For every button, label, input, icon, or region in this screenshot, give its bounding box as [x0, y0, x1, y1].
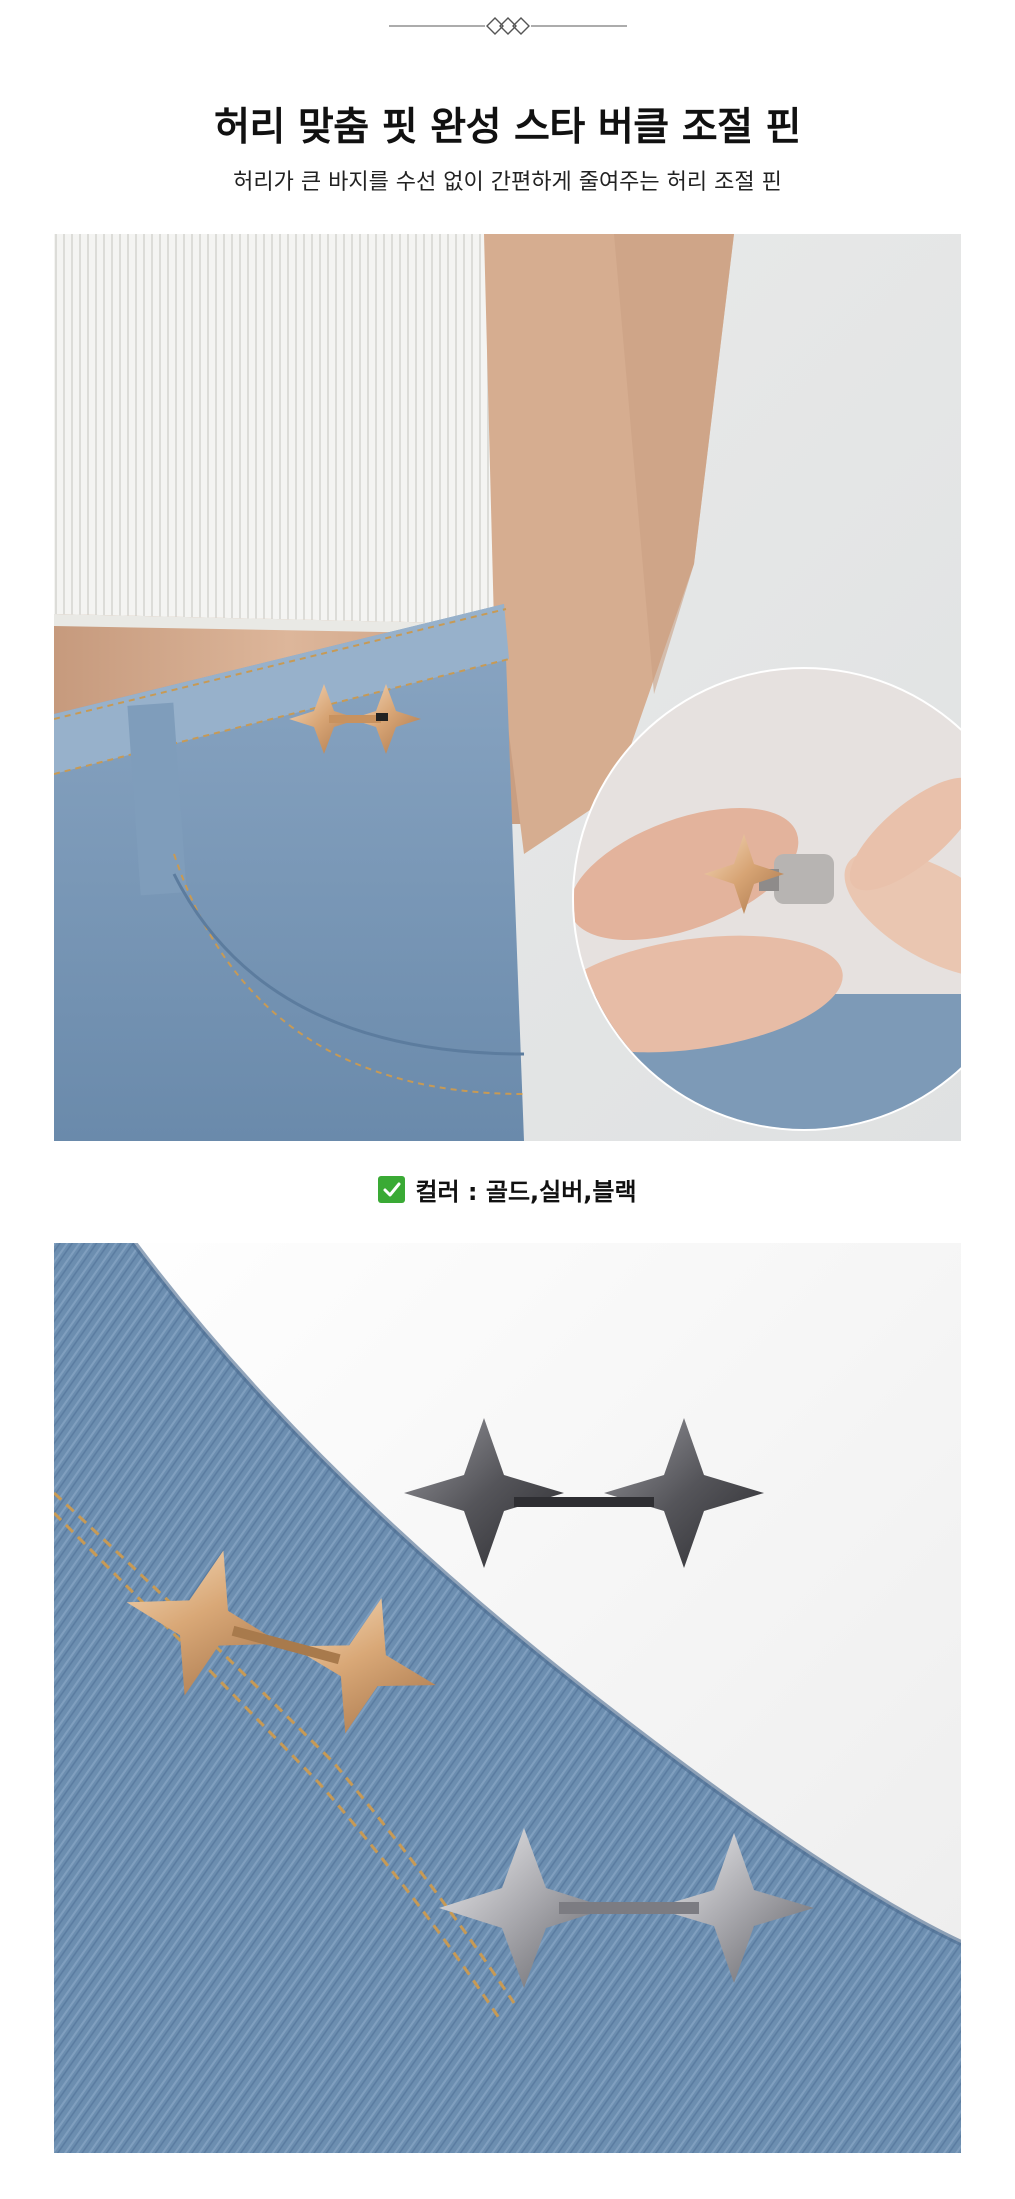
color-option-row: 컬러 : 골드,실버,블랙 [0, 1172, 1015, 1207]
check-mark-icon [378, 1176, 406, 1203]
product-photo-colors [54, 1243, 961, 2153]
page-title: 허리 맞춤 핏 완성 스타 버클 조절 핀 [214, 105, 801, 150]
diamond-divider-icon [389, 17, 627, 35]
color-option-text: 컬러 : 골드,실버,블랙 [415, 1178, 637, 1206]
page-subtitle: 허리가 큰 바지를 수선 없이 간편하게 줄여주는 허리 조절 핀 [233, 170, 782, 195]
product-photo-wearing [54, 234, 961, 1141]
